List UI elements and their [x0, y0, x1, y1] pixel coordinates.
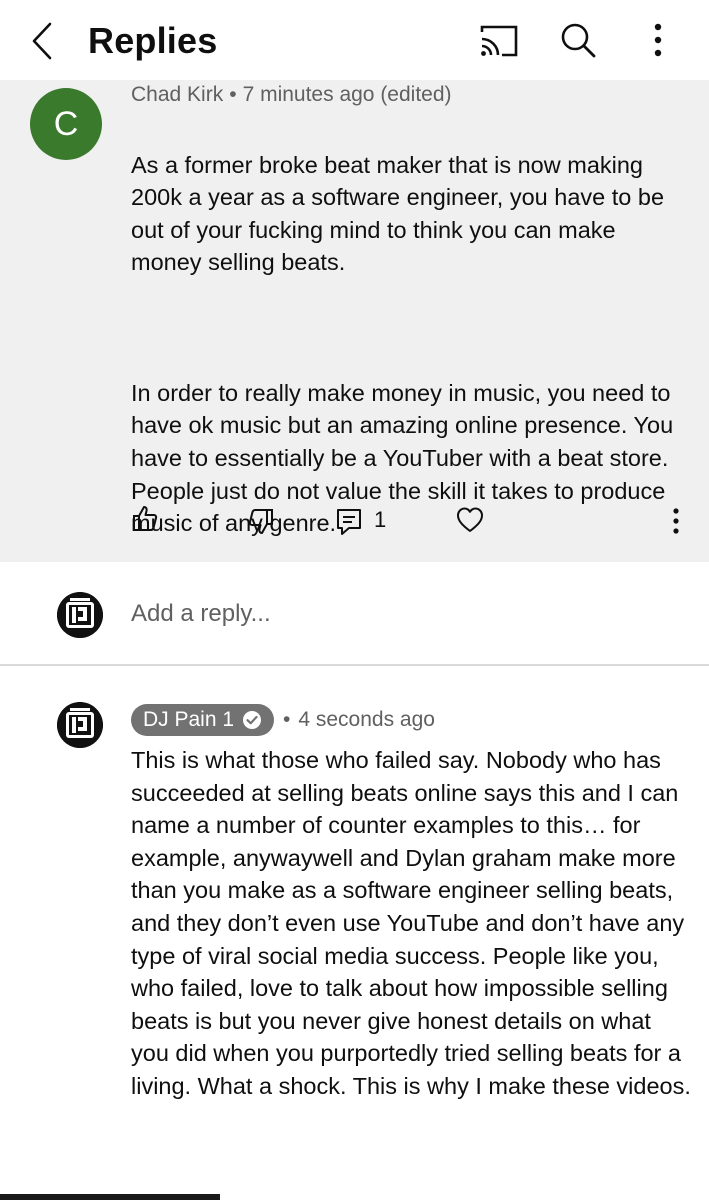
user-avatar-icon	[57, 592, 103, 638]
cast-button[interactable]	[478, 22, 520, 60]
comment-icon	[337, 509, 361, 535]
reply-timestamp: 4 seconds ago	[298, 708, 435, 731]
meta-separator: •	[283, 708, 291, 731]
author-badge[interactable]: DJ Pain 1	[131, 704, 275, 736]
search-button[interactable]	[556, 18, 600, 62]
replies-button[interactable]: 1	[336, 506, 396, 538]
thumbs-down-icon	[248, 509, 273, 534]
comment-actions: 1	[0, 500, 709, 540]
avatar[interactable]	[57, 702, 103, 748]
parent-comment: C Chad Kirk • 7 minutes ago (edited) As a …	[0, 80, 709, 562]
comment-meta: Chad Kirk • 7 minutes ago (edited)	[131, 81, 452, 109]
reply-input[interactable]	[131, 596, 631, 632]
back-button[interactable]	[22, 18, 62, 64]
top-app-bar: Replies	[0, 0, 709, 80]
reply-meta: • 4 seconds ago	[283, 706, 435, 734]
dislike-button[interactable]	[248, 508, 274, 536]
chevron-left-icon	[32, 22, 52, 60]
reply-count: 1	[374, 507, 387, 532]
verified-check-icon	[243, 711, 262, 729]
more-vertical-icon	[654, 23, 662, 57]
avatar	[57, 592, 103, 638]
heart-icon	[457, 507, 483, 532]
more-options-button[interactable]	[644, 18, 672, 62]
heart-button[interactable]	[456, 506, 484, 534]
comment-author[interactable]: Chad Kirk	[131, 83, 223, 106]
like-button[interactable]	[132, 504, 158, 532]
thumbs-up-icon	[133, 506, 158, 531]
reply-author: DJ Pain 1	[143, 708, 235, 731]
comment-paragraph: As a former broke beat maker that is now…	[131, 151, 665, 276]
user-avatar-icon	[57, 702, 103, 748]
cast-icon	[480, 25, 518, 57]
reply-comment: DJ Pain 1 • 4 seconds ago This is what th…	[0, 666, 709, 1200]
home-indicator-strip	[0, 1194, 220, 1200]
reply-body: This is what those who failed say. Nobod…	[131, 747, 691, 1099]
page-title: Replies	[88, 20, 218, 61]
search-icon	[561, 23, 596, 58]
more-vertical-icon	[673, 508, 679, 534]
comment-more-button[interactable]	[668, 506, 684, 538]
meta-separator: •	[229, 83, 237, 106]
avatar[interactable]: C	[30, 88, 102, 160]
comment-timestamp: 7 minutes ago (edited)	[242, 83, 452, 106]
add-reply-bar	[0, 562, 709, 666]
